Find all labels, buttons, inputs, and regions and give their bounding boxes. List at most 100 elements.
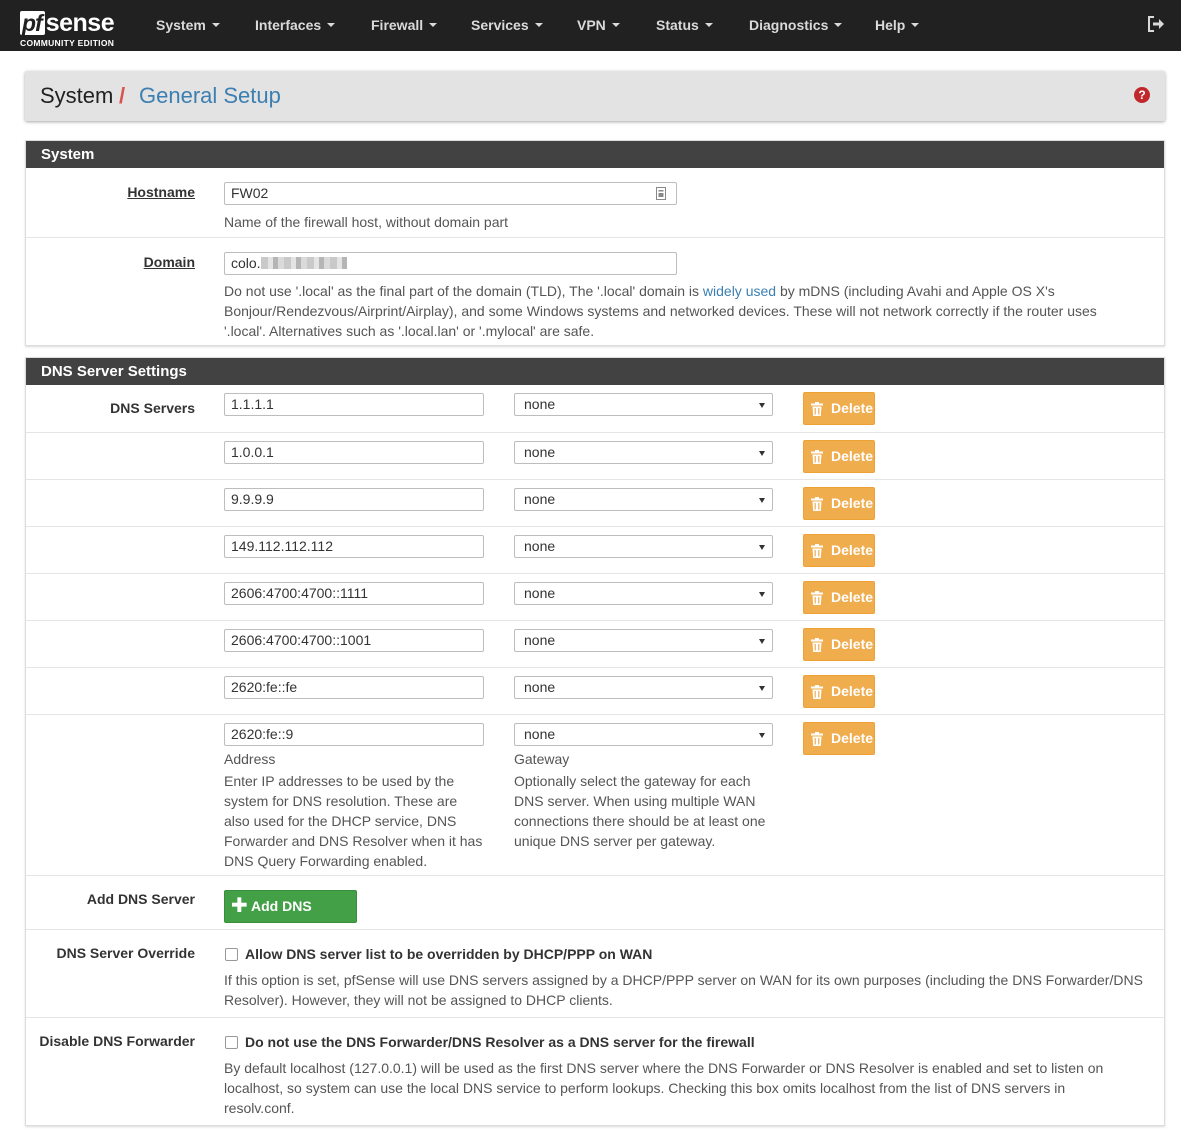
nav-vpn-label: VPN	[577, 17, 606, 33]
caret-down-icon	[429, 23, 438, 28]
dns-gateway-value: none	[524, 538, 556, 554]
field-autofill-icon[interactable]	[656, 187, 666, 200]
nav-services-label: Services	[471, 17, 529, 33]
dns-gateway-value: none	[524, 585, 556, 601]
disable-dns-forwarder-checkbox[interactable]	[225, 1036, 238, 1049]
domain-value: colo.	[231, 255, 261, 271]
delete-button-label: Delete	[831, 400, 874, 416]
nav-status-label: Status	[656, 17, 699, 33]
nav-services[interactable]: Services	[471, 0, 543, 51]
breadcrumb-separator: /	[119, 83, 126, 108]
nav-interfaces[interactable]: Interfaces	[255, 0, 336, 51]
trash-icon	[811, 544, 823, 558]
dns-gateway-value: none	[524, 396, 556, 412]
dns-address-input[interactable]: 1.1.1.1	[224, 393, 484, 416]
dns-address-input[interactable]: 2606:4700:4700::1001	[224, 629, 484, 652]
nav-diagnostics-label: Diagnostics	[749, 17, 829, 33]
dns-override-checkbox-label[interactable]: Allow DNS server list to be overridden b…	[245, 946, 652, 962]
disable-dns-forwarder-help: By default localhost (127.0.0.1) will be…	[224, 1060, 1104, 1116]
disable-dns-forwarder-checkbox-label[interactable]: Do not use the DNS Forwarder/DNS Resolve…	[245, 1034, 755, 1050]
dns-address-input[interactable]: 2606:4700:4700::1111	[224, 582, 484, 605]
dns-address-input[interactable]: 9.9.9.9	[224, 488, 484, 511]
delete-button-label: Delete	[831, 636, 874, 652]
caret-down-icon	[211, 23, 220, 28]
trash-icon	[811, 591, 823, 605]
delete-dns-button[interactable]: Delete	[803, 581, 875, 614]
select-arrow-icon	[759, 451, 765, 456]
redacted-domain	[260, 257, 347, 270]
nav-firewall-label: Firewall	[371, 17, 424, 33]
caret-down-icon	[834, 23, 843, 28]
top-navbar: pf sense COMMUNITY EDITION System Interf…	[0, 0, 1181, 51]
dns-server-row: 2620:fe::fe none Delete	[26, 667, 1164, 714]
dns-gateway-select[interactable]: none	[514, 441, 773, 464]
nav-diagnostics[interactable]: Diagnostics	[749, 0, 843, 51]
dns-gateway-select[interactable]: none	[514, 723, 773, 746]
page-header: System / General Setup ?	[25, 71, 1165, 121]
delete-button-label: Delete	[831, 589, 874, 605]
logo-pf-text: pf	[20, 11, 45, 35]
address-help: Enter IP addresses to be used by the sys…	[224, 773, 483, 869]
nav-status[interactable]: Status	[656, 0, 713, 51]
dns-override-help: If this option is set, pfSense will use …	[224, 972, 1143, 1008]
nav-firewall[interactable]: Firewall	[371, 0, 438, 51]
delete-dns-button[interactable]: Delete	[803, 628, 875, 661]
breadcrumb-system[interactable]: System	[40, 83, 113, 109]
dns-panel-title: DNS Server Settings	[26, 358, 1164, 385]
delete-dns-button[interactable]: Delete	[803, 392, 875, 425]
caret-down-icon	[534, 23, 543, 28]
dns-address-input[interactable]: 149.112.112.112	[224, 535, 484, 558]
pfsense-logo[interactable]: pf sense COMMUNITY EDITION	[18, 7, 130, 48]
dns-gateway-select[interactable]: none	[514, 582, 773, 605]
dns-gateway-value: none	[524, 491, 556, 507]
nav-system[interactable]: System	[156, 0, 220, 51]
dns-gateway-select[interactable]: none	[514, 488, 773, 511]
delete-button-label: Delete	[831, 683, 874, 699]
dns-gateway-select[interactable]: none	[514, 676, 773, 699]
dns-address-value: 2606:4700:4700::1001	[231, 632, 372, 648]
dns-address-input[interactable]: 2620:fe::9	[224, 723, 484, 746]
dns-server-row: 2606:4700:4700::1001 none Delete	[26, 620, 1164, 667]
hostname-input[interactable]: FW02	[224, 182, 677, 205]
add-dns-server-button[interactable]: ✚ Add DNS Server	[224, 890, 357, 945]
trash-icon	[811, 685, 823, 699]
dns-server-row: 9.9.9.9 none Delete	[26, 479, 1164, 526]
select-arrow-icon	[759, 592, 765, 597]
delete-button-label: Delete	[831, 495, 874, 511]
hostname-label: Hostname	[127, 184, 195, 200]
system-panel-title: System	[26, 141, 1164, 168]
question-circle-icon[interactable]: ?	[1134, 87, 1150, 103]
nav-help[interactable]: Help	[875, 0, 920, 51]
domain-row: Domain colo. Do not use '.local' as the …	[26, 237, 1164, 346]
nav-interfaces-label: Interfaces	[255, 17, 322, 33]
address-column-label: Address	[224, 751, 276, 767]
dns-address-input[interactable]: 1.0.0.1	[224, 441, 484, 464]
delete-dns-button[interactable]: Delete	[803, 722, 875, 755]
delete-dns-button[interactable]: Delete	[803, 440, 875, 473]
dns-server-row: 2606:4700:4700::1111 none Delete	[26, 573, 1164, 620]
delete-dns-button[interactable]: Delete	[803, 534, 875, 567]
caret-down-icon	[327, 23, 336, 28]
delete-dns-button[interactable]: Delete	[803, 487, 875, 520]
hostname-help: Name of the firewall host, without domai…	[224, 214, 509, 230]
select-arrow-icon	[759, 733, 765, 738]
dns-server-row: 2620:fe::9 none DeleteAddressEnter IP addr…	[26, 714, 1164, 875]
dns-override-checkbox[interactable]	[225, 948, 238, 961]
select-arrow-icon	[759, 545, 765, 550]
dns-gateway-select[interactable]: none	[514, 535, 773, 558]
domain-label: Domain	[143, 254, 195, 270]
gateway-help: Optionally select the gateway for each D…	[514, 773, 766, 849]
dns-gateway-select[interactable]: none	[514, 393, 773, 416]
widely-used-link[interactable]: widely used	[703, 283, 776, 299]
dns-address-value: 149.112.112.112	[231, 538, 333, 554]
breadcrumb-current[interactable]: General Setup	[139, 83, 281, 109]
delete-dns-button[interactable]: Delete	[803, 675, 875, 708]
nav-vpn[interactable]: VPN	[577, 0, 620, 51]
dns-gateway-select[interactable]: none	[514, 629, 773, 652]
domain-input[interactable]: colo.	[224, 252, 677, 275]
dns-address-input[interactable]: 2620:fe::fe	[224, 676, 484, 699]
add-dns-row: Add DNS Server ✚ Add DNS Server	[26, 875, 1164, 945]
dns-override-label: DNS Server Override	[56, 945, 195, 961]
dns-address-value: 1.1.1.1	[231, 396, 274, 412]
logout-icon[interactable]	[1147, 16, 1165, 32]
